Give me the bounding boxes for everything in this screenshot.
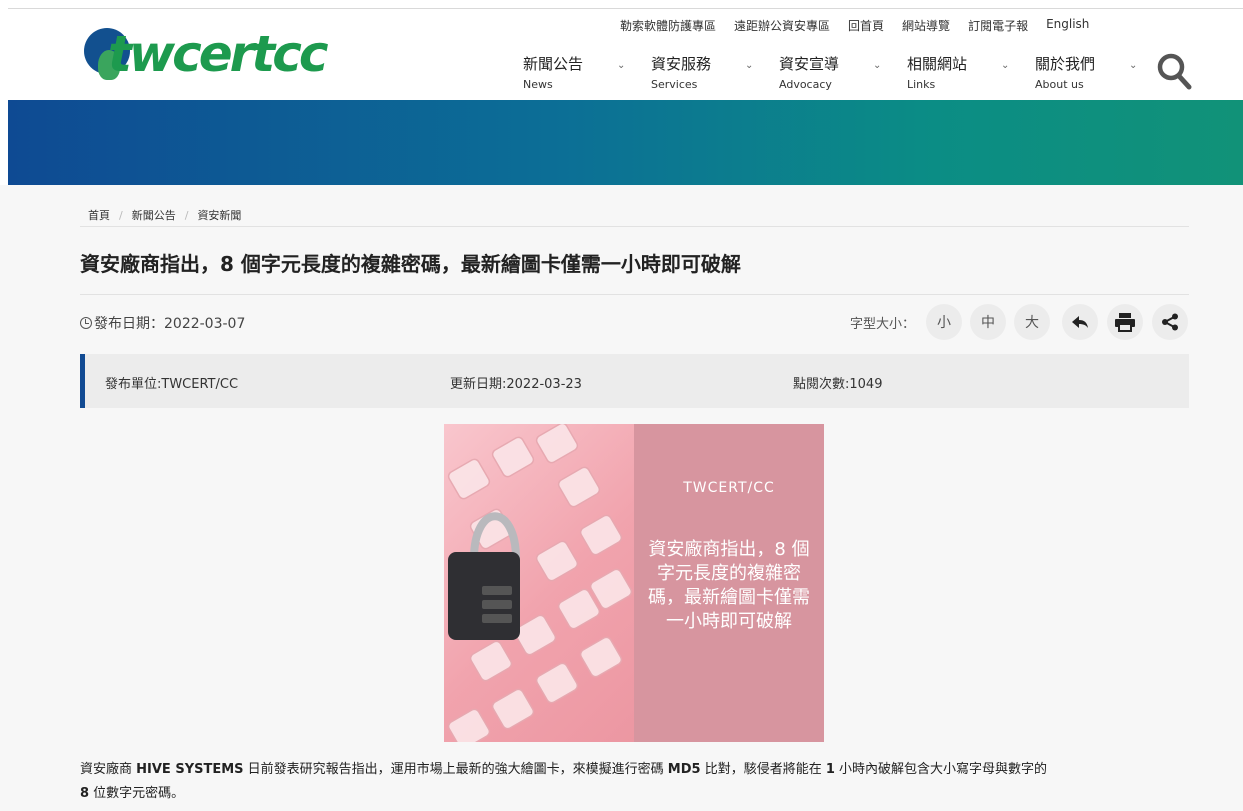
print-button[interactable] xyxy=(1107,304,1143,340)
body-text-bold: 1 xyxy=(825,762,835,777)
util-link-subscribe[interactable]: 訂閱電子報 xyxy=(968,17,1028,34)
nav-item-advocacy[interactable]: 資安宣導 Advocacy ⌄ xyxy=(779,54,907,91)
publish-date: 發布日期：2022-03-07 xyxy=(80,313,245,333)
article-info-bar: 發布單位:TWCERT/CC 更新日期:2022-03-23 點閱次數:1049 xyxy=(80,354,1189,408)
article-body: 資安廠商 HIVE SYSTEMS 日前發表研究報告指出，運用市場上最新的強大繪… xyxy=(80,758,1200,806)
nav-label-zh: 資安服務 xyxy=(651,55,712,73)
breadcrumb-separator: / xyxy=(119,208,123,222)
util-link-home[interactable]: 回首頁 xyxy=(848,17,884,34)
print-icon xyxy=(1115,313,1135,332)
nav-item-news[interactable]: 新聞公告 News ⌄ xyxy=(523,54,651,91)
nav-label-zh: 關於我們 xyxy=(1035,55,1096,73)
nav-item-links[interactable]: 相關網站 Links ⌄ xyxy=(907,54,1035,91)
nav-label-en: News xyxy=(523,78,553,91)
chevron-down-icon: ⌄ xyxy=(745,60,754,71)
site-logo[interactable]: twcertcc xyxy=(84,22,344,86)
divider xyxy=(80,294,1189,295)
nav-item-about[interactable]: 關於我們 About us ⌄ xyxy=(1035,54,1163,91)
page-title: 資安廠商指出，8 個字元長度的複雜密碼，最新繪圖卡僅需一小時即可破解 xyxy=(80,252,741,276)
font-size-label: 字型大小： xyxy=(850,317,916,332)
publish-date-text: 發布日期：2022-03-07 xyxy=(94,316,246,332)
share-icon xyxy=(1162,313,1178,331)
body-text: 資安廠商 xyxy=(80,762,137,777)
top-divider xyxy=(8,8,1243,9)
hero-banner xyxy=(8,100,1243,185)
nav-label-en: Advocacy xyxy=(779,78,832,91)
back-button[interactable] xyxy=(1062,304,1098,340)
chevron-down-icon: ⌄ xyxy=(1001,60,1010,71)
breadcrumb-security-news[interactable]: 資安新聞 xyxy=(197,207,241,223)
util-link-english[interactable]: English xyxy=(1046,17,1089,34)
image-brand-text: TWCERT/CC xyxy=(683,480,775,496)
body-text: 比對，駭侵者將能在 xyxy=(700,762,826,777)
breadcrumb-news[interactable]: 新聞公告 xyxy=(132,207,176,223)
utility-nav: 勒索軟體防護專區 遠距辦公資安專區 回首頁 網站導覽 訂閱電子報 English xyxy=(620,17,1107,34)
nav-item-services[interactable]: 資安服務 Services ⌄ xyxy=(651,54,779,91)
keyboard-photo xyxy=(444,424,634,742)
view-count-text: 點閱次數:1049 xyxy=(793,377,883,392)
nav-label-zh: 新聞公告 xyxy=(523,55,584,73)
nav-label-en: Services xyxy=(651,78,698,91)
body-text: 位數字元密碼。 xyxy=(89,786,185,801)
article-image: TWCERT/CC 資安廠商指出，8 個字元長度的複雜密碼，最新繪圖卡僅需一小時… xyxy=(444,424,824,742)
chevron-down-icon: ⌄ xyxy=(873,60,882,71)
util-link-sitemap[interactable]: 網站導覽 xyxy=(902,17,950,34)
main-nav: 新聞公告 News ⌄ 資安服務 Services ⌄ 資安宣導 Advocac… xyxy=(523,54,1163,91)
body-text: 日前發表研究報告指出，運用市場上最新的強大繪圖卡，來模擬進行密碼 xyxy=(243,762,668,777)
font-size-large-button[interactable]: 大 xyxy=(1014,304,1050,340)
body-text-bold: HIVE SYSTEMS xyxy=(136,762,244,777)
nav-label-zh: 相關網站 xyxy=(907,55,968,73)
body-text-bold: MD5 xyxy=(667,762,701,777)
util-link-ransomware[interactable]: 勒索軟體防護專區 xyxy=(620,17,716,34)
chevron-down-icon: ⌄ xyxy=(1129,60,1138,71)
share-button[interactable] xyxy=(1152,304,1188,340)
breadcrumb-home[interactable]: 首頁 xyxy=(88,207,110,223)
breadcrumb: 首頁 / 新聞公告 / 資安新聞 xyxy=(88,207,241,223)
updated-date-text: 更新日期:2022-03-23 xyxy=(450,377,582,392)
publisher-text: 發布單位:TWCERT/CC xyxy=(105,377,239,392)
chevron-down-icon: ⌄ xyxy=(617,60,626,71)
font-size-small-button[interactable]: 小 xyxy=(926,304,962,340)
divider xyxy=(80,226,1189,227)
nav-label-en: About us xyxy=(1035,78,1084,91)
font-size-medium-button[interactable]: 中 xyxy=(970,304,1006,340)
nav-label-en: Links xyxy=(907,78,936,91)
logo-text: twcertcc xyxy=(108,25,328,83)
body-text: 小時內破解包含大小寫字母與數字的 xyxy=(834,762,1048,777)
back-icon xyxy=(1072,316,1088,328)
nav-label-zh: 資安宣導 xyxy=(779,55,840,73)
search-icon[interactable] xyxy=(1156,52,1192,90)
image-caption-text: 資安廠商指出，8 個字元長度的複雜密碼，最新繪圖卡僅需一小時即可破解 xyxy=(648,539,810,632)
clock-icon xyxy=(80,317,92,329)
breadcrumb-separator: / xyxy=(184,208,189,222)
util-link-remote-work[interactable]: 遠距辦公資安專區 xyxy=(734,17,830,34)
body-text-bold: 8 xyxy=(80,786,90,801)
